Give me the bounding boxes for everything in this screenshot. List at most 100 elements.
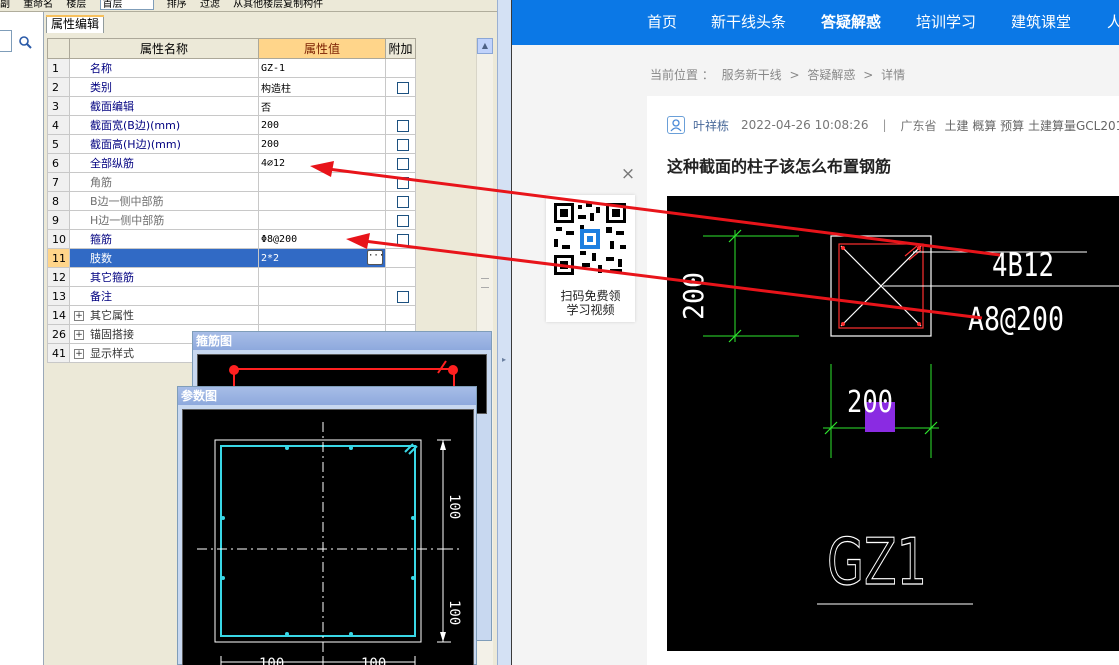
row-number: 9 [47,210,70,230]
header-extra: 附加 [385,38,416,59]
param-dim-right-bottom: 100 [446,600,462,625]
extra-checkbox[interactable] [397,138,409,151]
property-name: 肢数 [69,248,259,268]
scroll-up-icon[interactable]: ▲ [477,38,493,54]
extra-cell [385,248,416,268]
property-row[interactable]: 5 截面高(H边)(mm) 200 [47,134,416,154]
property-row[interactable]: 6 全部纵筋 4⌀12 [47,153,416,173]
property-row[interactable]: 14 + 其它属性 [47,305,416,325]
extra-cell [385,191,416,211]
breadcrumb-link-service[interactable]: 服务新干线 [722,68,782,82]
property-value[interactable]: Φ8@200 [258,229,386,249]
property-value[interactable]: 构造柱 [258,77,386,97]
property-value[interactable]: GZ-1 [258,58,386,78]
nav-item[interactable]: 新干线头条 [711,0,786,45]
property-value-text[interactable]: 2*2 [261,253,279,264]
property-row[interactable]: 10 箍筋 Φ8@200 [47,229,416,249]
header-property-value: 属性值 [258,38,386,59]
extra-checkbox[interactable] [397,233,409,246]
toolbar-item-rename[interactable]: 重命名 [23,0,53,10]
extra-cell [385,96,416,116]
left-application: 副 重命名 楼层 首层 排序 过滤 从其他楼层复制构件 属性编辑 属性名称 属性… [0,0,511,665]
extra-checkbox[interactable] [397,157,409,170]
extra-cell [385,134,416,154]
cad-drawing-image[interactable]: 200 200 4B12 A8@200 GZ1 [667,196,1119,651]
nav-item[interactable]: 首页 [647,0,677,45]
property-name: 名称 [69,58,259,78]
nav-item[interactable]: 培训学习 [916,0,976,45]
property-row[interactable]: 9 H边一侧中部筋 [47,210,416,230]
toolbar-item-floor-select[interactable]: 首层 [99,0,154,10]
property-row[interactable]: 2 类别 构造柱 [47,77,416,97]
property-value[interactable]: 否 [258,96,386,116]
extra-checkbox[interactable] [397,195,409,208]
ellipsis-button[interactable]: ··· [367,250,384,265]
property-value[interactable] [258,172,386,192]
property-value[interactable]: 200 [258,115,386,135]
property-name: 箍筋 [69,229,259,249]
parameter-diagram-title[interactable]: 参数图 [178,387,476,405]
property-value[interactable] [258,210,386,230]
row-number: 5 [47,134,70,154]
toolbar-item-floor-label: 楼层 [66,0,87,10]
component-list-panel [0,12,44,665]
web-page: 首页 新干线头条 答疑解惑 培训学习 建筑课堂人 当前位置 ： 服务新干线 > 答疑解惑… [512,0,1119,665]
toolbar-item-copy[interactable]: 副 [0,0,10,10]
search-input[interactable] [0,30,12,52]
toolbar-item-copy-from-floor[interactable]: 从其他楼层复制构件 [233,0,323,10]
top-toolbar: 副 重命名 楼层 首层 排序 过滤 从其他楼层复制构件 [0,0,497,12]
qr-code-icon [552,201,628,277]
stirrup-diagram-title[interactable]: 箍筋图 [193,332,491,350]
nav-item[interactable]: 答疑解惑 [821,0,881,45]
property-row[interactable]: 12 其它箍筋 [47,267,416,287]
search-icon[interactable] [14,31,36,53]
property-row[interactable]: 3 截面编辑否 [47,96,416,116]
toolbar-item-sort[interactable]: 排序 [167,0,187,10]
post-meta: 叶祥栋 2022-04-26 10:08:26 | 广东省 土建 概算 预算 土… [667,116,1119,134]
nav-item[interactable]: 建筑课堂 [1011,0,1071,45]
splitter-arrow-icon[interactable]: ▸ [502,355,506,364]
nav-item[interactable]: 人 [1107,0,1119,45]
parameter-diagram-window[interactable]: 参数图 100 100 100 100 [177,386,477,665]
property-value[interactable] [258,191,386,211]
property-row[interactable]: 8 B边一侧中部筋 [47,191,416,211]
property-row[interactable]: 4 截面宽(B边)(mm) 200 [47,115,416,135]
property-row[interactable]: 11 肢数 2*2 ··· [47,248,416,268]
post-region: 广东省 [900,118,937,133]
row-number: 14 [47,305,70,325]
property-row[interactable]: 1 名称 GZ-1 [47,58,416,78]
qr-promo-card[interactable]: 扫码免费领 学习视频 [546,195,635,322]
property-value[interactable]: 200 [258,134,386,154]
extra-checkbox[interactable] [397,81,409,94]
row-number: 3 [47,96,70,116]
extra-checkbox[interactable] [397,214,409,227]
property-row[interactable]: 7 角筋 [47,172,416,192]
window-splitter[interactable]: ▸ [497,0,512,665]
property-value-editor[interactable]: 2*2 ··· [258,248,386,268]
breadcrumb-label: 当前位置 ： [650,68,714,82]
property-value[interactable] [258,286,386,306]
toolbar-item-filter[interactable]: 过滤 [200,0,220,10]
meta-separator: | [882,118,887,132]
property-value[interactable] [258,267,386,287]
avatar[interactable] [667,116,685,134]
close-icon[interactable]: × [619,165,637,183]
scroll-grip[interactable] [481,278,489,288]
property-name: 角筋 [69,172,259,192]
extra-checkbox[interactable] [397,176,409,189]
extra-checkbox[interactable] [397,290,409,303]
tab-property-edit[interactable]: 属性编辑 [46,15,105,33]
breadcrumb: 当前位置 ： 服务新干线 > 答疑解惑 > 详情 [650,66,909,83]
breadcrumb-current: 详情 [881,68,906,82]
expand-plus-icon[interactable]: + [74,349,84,359]
property-value[interactable] [258,305,386,325]
breadcrumb-link-qa[interactable]: 答疑解惑 [807,68,855,82]
header-property-name: 属性名称 [69,38,259,59]
expand-plus-icon[interactable]: + [74,330,84,340]
property-row[interactable]: 13 备注 [47,286,416,306]
expand-plus-icon[interactable]: + [74,311,84,321]
cad-label-longitudinal: 4B12 [992,246,1054,284]
property-value[interactable]: 4⌀12 [258,153,386,173]
extra-checkbox[interactable] [397,119,409,132]
author-name[interactable]: 叶祥栋 [693,117,729,134]
